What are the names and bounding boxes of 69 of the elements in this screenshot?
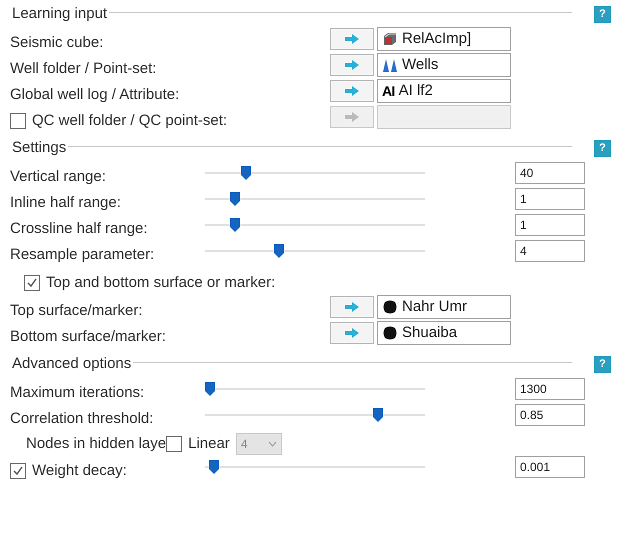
field-label: Inline half range: <box>10 192 121 213</box>
value-field[interactable]: 1 <box>515 188 585 210</box>
wells-icon <box>382 57 398 73</box>
blob-icon <box>382 325 398 341</box>
arrow-icon <box>344 85 360 97</box>
checkbox[interactable] <box>166 436 182 452</box>
value-text: Nahr Umr <box>402 296 468 317</box>
slider-track[interactable] <box>205 217 425 233</box>
slider-track[interactable] <box>205 191 425 207</box>
arrow-icon <box>344 111 360 123</box>
arrow-icon <box>344 59 360 71</box>
slider-thumb[interactable] <box>274 244 284 258</box>
field-label: QC well folder / QC point-set: <box>32 110 228 131</box>
value-field[interactable] <box>377 105 511 129</box>
value-field[interactable]: Nahr Umr <box>377 295 511 319</box>
slider-track[interactable] <box>205 381 425 397</box>
slider-track[interactable] <box>205 407 425 423</box>
checkbox[interactable] <box>24 275 40 291</box>
value-text: RelAcImp] <box>402 28 472 49</box>
field-label: Vertical range: <box>10 166 106 187</box>
value-text: Shuaiba <box>402 322 458 343</box>
field-label: Weight decay: <box>32 460 127 481</box>
section-title: Advanced options <box>12 354 132 374</box>
checkbox-label: Top and bottom surface or marker: <box>46 272 276 293</box>
slider-thumb[interactable] <box>240 166 251 180</box>
field-label: Correlation threshold: <box>10 408 154 429</box>
field-label: Global well log / Attribute: <box>10 84 180 105</box>
arrow-icon <box>344 301 360 313</box>
value-field[interactable]: 0.001 <box>515 456 585 478</box>
value-field[interactable]: 4 <box>515 240 585 262</box>
arrow-icon <box>344 327 360 339</box>
value-field[interactable]: RelAcImp] <box>377 27 511 51</box>
field-label: Top surface/marker: <box>10 300 143 321</box>
field-label: Crossline half range: <box>10 218 148 239</box>
field-label: Nodes in hidden laye <box>26 434 166 454</box>
slider-track[interactable] <box>205 243 425 259</box>
slider-thumb[interactable] <box>205 382 215 396</box>
value-text: AI lf2 <box>398 80 433 101</box>
chevron-down-icon <box>268 441 277 447</box>
value-text: Wells <box>402 54 438 75</box>
value-field[interactable]: 1 <box>515 214 585 236</box>
value-field[interactable]: Shuaiba <box>377 321 511 345</box>
blob-icon <box>382 299 398 315</box>
log-label: AI <box>382 82 395 100</box>
slider-thumb[interactable] <box>230 192 240 206</box>
slider-thumb[interactable] <box>209 460 220 474</box>
field-label: Seismic cube: <box>10 32 104 53</box>
dropdown-value: 4 <box>240 436 248 453</box>
value-field[interactable]: 40 <box>515 162 585 184</box>
slider-track[interactable] <box>205 459 425 475</box>
arrow-icon <box>344 33 360 45</box>
field-label: Bottom surface/marker: <box>10 326 166 347</box>
section-title: Settings <box>12 138 66 158</box>
checkmark-icon <box>12 465 24 477</box>
value-field[interactable]: AI AI lf2 <box>377 79 511 103</box>
slider-track[interactable] <box>205 165 425 181</box>
value-field[interactable]: 0.85 <box>515 404 585 426</box>
value-field[interactable]: 1300 <box>515 378 585 400</box>
cube-icon <box>382 31 398 47</box>
slider-thumb[interactable] <box>373 408 383 422</box>
slider-thumb[interactable] <box>230 218 240 232</box>
field-label: Maximum iterations: <box>10 382 144 403</box>
section-title: Learning input <box>12 4 108 24</box>
value-field[interactable]: Wells <box>377 53 511 77</box>
checkmark-icon <box>26 277 38 289</box>
checkbox[interactable] <box>10 463 26 479</box>
field-label: Resample parameter: <box>10 244 154 265</box>
checkbox-label: Linear <box>188 434 230 454</box>
field-label: Well folder / Point-set: <box>10 58 156 79</box>
